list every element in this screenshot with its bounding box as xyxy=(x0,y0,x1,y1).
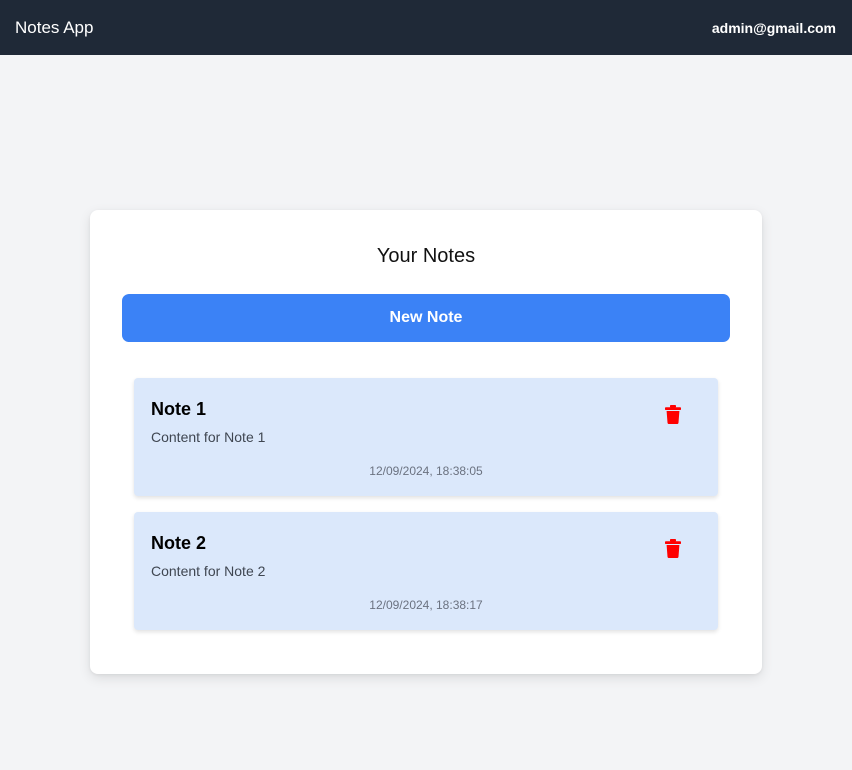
user-email[interactable]: admin@gmail.com xyxy=(712,20,836,36)
app-brand[interactable]: Notes App xyxy=(15,18,93,38)
notes-card: Your Notes New Note Note 1 Content for N… xyxy=(90,210,762,674)
note-timestamp: 12/09/2024, 18:38:05 xyxy=(369,464,483,478)
note-card: Note 1 Content for Note 1 12/09/2024, 18… xyxy=(134,378,718,496)
note-content: Content for Note 1 xyxy=(151,429,266,445)
note-content: Content for Note 2 xyxy=(151,563,266,579)
trash-icon xyxy=(665,538,681,558)
delete-note-button[interactable] xyxy=(662,536,684,560)
trash-icon xyxy=(665,404,681,424)
navbar: Notes App admin@gmail.com xyxy=(0,0,852,55)
note-title: Note 2 xyxy=(151,533,207,553)
new-note-button[interactable]: New Note xyxy=(122,294,730,342)
delete-note-button[interactable] xyxy=(662,402,684,426)
note-card: Note 2 Content for Note 2 12/09/2024, 18… xyxy=(134,512,718,630)
page-title: Your Notes xyxy=(376,245,476,267)
note-title: Note 1 xyxy=(151,399,207,419)
note-timestamp: 12/09/2024, 18:38:17 xyxy=(369,598,483,612)
